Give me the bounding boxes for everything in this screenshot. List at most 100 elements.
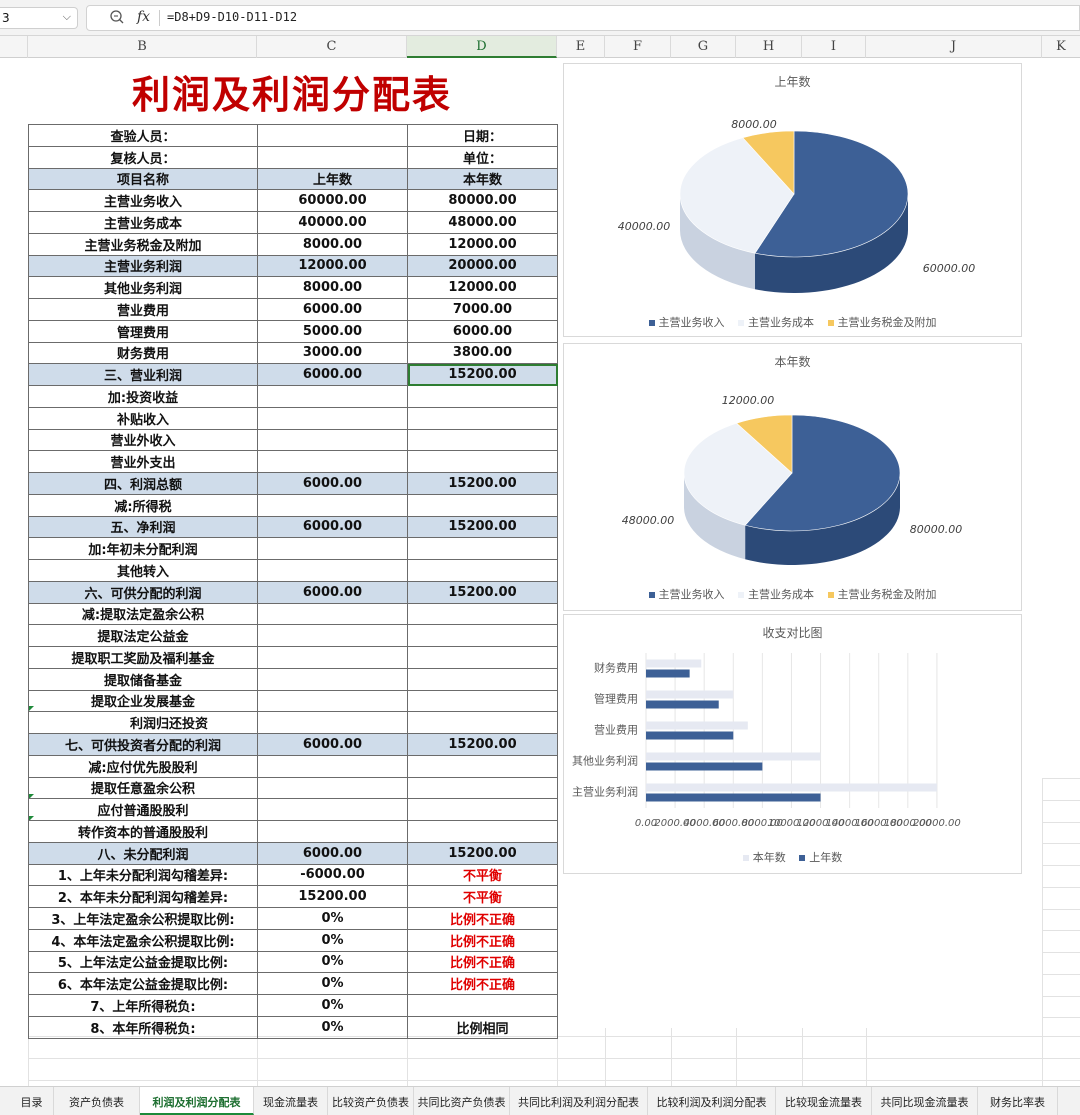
this-year-cell[interactable]: 本年数 [407, 167, 558, 191]
this-year-cell[interactable] [407, 559, 558, 582]
item-name-cell[interactable]: 3、上年法定盈余公积提取比例: [28, 907, 258, 930]
zoom-icon[interactable] [109, 9, 125, 25]
item-name-cell[interactable]: 其他业务利润 [28, 276, 258, 299]
item-name-cell[interactable]: 其他转入 [28, 559, 258, 582]
this-year-cell[interactable]: 15200.00 [407, 472, 558, 495]
this-year-cell[interactable] [407, 820, 558, 843]
last-year-cell[interactable]: 3000.00 [257, 341, 408, 365]
last-year-cell[interactable]: 6000.00 [257, 363, 408, 386]
item-name-cell[interactable]: 提取法定公益金 [28, 624, 258, 647]
item-name-cell[interactable]: 八、未分配利润 [28, 841, 258, 865]
last-year-cell[interactable] [257, 450, 408, 473]
last-year-cell[interactable]: -6000.00 [257, 863, 408, 887]
this-year-cell[interactable] [407, 994, 558, 1017]
last-year-cell[interactable] [257, 559, 408, 582]
item-name-cell[interactable]: 主营业务利润 [28, 254, 258, 278]
this-year-cell[interactable]: 20000.00 [407, 254, 558, 278]
bar[interactable] [646, 762, 763, 771]
item-name-cell[interactable]: 主营业务成本 [28, 211, 258, 234]
item-name-cell[interactable]: 补贴收入 [28, 406, 258, 430]
item-name-cell[interactable]: 8、本年所得税负: [28, 1015, 258, 1039]
this-year-cell[interactable] [407, 754, 558, 778]
item-name-cell[interactable]: 六、可供分配的利润 [28, 580, 258, 604]
bar[interactable] [646, 752, 821, 761]
last-year-cell[interactable] [257, 406, 408, 430]
this-year-cell[interactable]: 80000.00 [407, 189, 558, 212]
this-year-cell[interactable] [407, 798, 558, 821]
column-header-g[interactable]: G [671, 36, 736, 58]
column-header-f[interactable]: F [605, 36, 671, 58]
formula-text[interactable]: =D8+D9-D10-D11-D12 [167, 10, 297, 24]
last-year-cell[interactable]: 40000.00 [257, 211, 408, 234]
item-name-cell[interactable]: 四、利润总额 [28, 472, 258, 495]
last-year-cell[interactable]: 0% [257, 928, 408, 952]
column-header-j[interactable]: J [866, 36, 1042, 58]
last-year-cell[interactable] [257, 798, 408, 821]
item-name-cell[interactable]: 6、本年法定公益金提取比例: [28, 972, 258, 995]
this-year-cell[interactable]: 7000.00 [407, 298, 558, 321]
item-name-cell[interactable]: 管理费用 [28, 319, 258, 343]
sheet-tab[interactable]: 共同比利润及利润分配表 [510, 1087, 648, 1115]
item-name-cell[interactable]: 营业外收入 [28, 428, 258, 452]
item-name-cell[interactable]: 项目名称 [28, 167, 258, 191]
item-name-cell[interactable]: 提取储备基金 [28, 667, 258, 691]
sheet-tab[interactable]: 比较资产负债表 [328, 1087, 414, 1115]
last-year-cell[interactable]: 0% [257, 972, 408, 995]
last-year-cell[interactable]: 8000.00 [257, 276, 408, 299]
last-year-cell[interactable]: 60000.00 [257, 189, 408, 212]
column-header-h[interactable]: H [736, 36, 802, 58]
last-year-cell[interactable]: 8000.00 [257, 232, 408, 256]
this-year-cell[interactable] [407, 450, 558, 473]
this-year-cell[interactable]: 48000.00 [407, 211, 558, 234]
last-year-cell[interactable] [257, 602, 408, 626]
this-year-cell[interactable]: 3800.00 [407, 341, 558, 365]
pie-chart-last-year[interactable]: 上年数 60000.00 40000.00 8000.00 主营业务收入 主营业务成… [563, 63, 1022, 337]
last-year-cell[interactable] [257, 124, 408, 147]
this-year-cell[interactable] [407, 602, 558, 626]
last-year-cell[interactable] [257, 624, 408, 647]
this-year-cell[interactable] [407, 667, 558, 691]
this-year-cell[interactable] [407, 406, 558, 430]
sheet-tab[interactable]: 资产负债表 [54, 1087, 140, 1115]
last-year-cell[interactable] [257, 428, 408, 452]
name-box[interactable]: 3 ⌵ [0, 7, 78, 29]
sheet-tab[interactable]: 共同比现金流量表 [872, 1087, 978, 1115]
item-name-cell[interactable]: 查验人员： [28, 124, 258, 147]
column-header-i[interactable]: I [802, 36, 866, 58]
item-name-cell[interactable]: 转作资本的普通股股利 [28, 820, 258, 843]
item-name-cell[interactable]: 三、营业利润 [28, 363, 258, 386]
item-name-cell[interactable]: 主营业务税金及附加 [28, 232, 258, 256]
last-year-cell[interactable]: 6000.00 [257, 298, 408, 321]
last-year-cell[interactable] [257, 493, 408, 517]
last-year-cell[interactable]: 5000.00 [257, 319, 408, 343]
this-year-cell[interactable]: 15200.00 [407, 841, 558, 865]
formula-input[interactable]: fx =D8+D9-D10-D11-D12 [86, 5, 1080, 31]
this-year-cell[interactable]: 15200.00 [407, 363, 558, 386]
item-name-cell[interactable]: 1、上年未分配利润勾稽差异: [28, 863, 258, 887]
last-year-cell[interactable] [257, 689, 408, 713]
this-year-cell[interactable] [407, 711, 558, 734]
item-name-cell[interactable]: 主营业务收入 [28, 189, 258, 212]
sheet-tab[interactable]: 比较现金流量表 [776, 1087, 872, 1115]
item-name-cell[interactable]: 提取职工奖励及福利基金 [28, 646, 258, 669]
item-name-cell[interactable]: 减:应付优先股股利 [28, 754, 258, 778]
this-year-cell[interactable]: 15200.00 [407, 733, 558, 756]
item-name-cell[interactable]: 加:年初未分配利润 [28, 537, 258, 560]
last-year-cell[interactable] [257, 667, 408, 691]
this-year-cell[interactable]: 12000.00 [407, 276, 558, 299]
item-name-cell[interactable]: 营业费用 [28, 298, 258, 321]
last-year-cell[interactable] [257, 145, 408, 169]
last-year-cell[interactable]: 6000.00 [257, 841, 408, 865]
last-year-cell[interactable] [257, 820, 408, 843]
last-year-cell[interactable]: 0% [257, 950, 408, 974]
item-name-cell[interactable]: 七、可供投资者分配的利润 [28, 733, 258, 756]
worksheet[interactable]: 利润及利润分配表 查验人员： 日期： 复核人员： 单位： 项目名称 上年数 本年数 主营业务收… [0, 58, 1080, 1086]
item-name-cell[interactable]: 加:投资收益 [28, 385, 258, 408]
this-year-cell[interactable]: 比例相同 [407, 1015, 558, 1039]
pie-chart-this-year[interactable]: 本年数 80000.00 48000.00 12000.00 主营业务收入 主营业务… [563, 343, 1022, 611]
last-year-cell[interactable]: 12000.00 [257, 254, 408, 278]
last-year-cell[interactable]: 0% [257, 907, 408, 930]
this-year-cell[interactable] [407, 493, 558, 517]
this-year-cell[interactable]: 单位： [407, 145, 558, 169]
last-year-cell[interactable] [257, 754, 408, 778]
